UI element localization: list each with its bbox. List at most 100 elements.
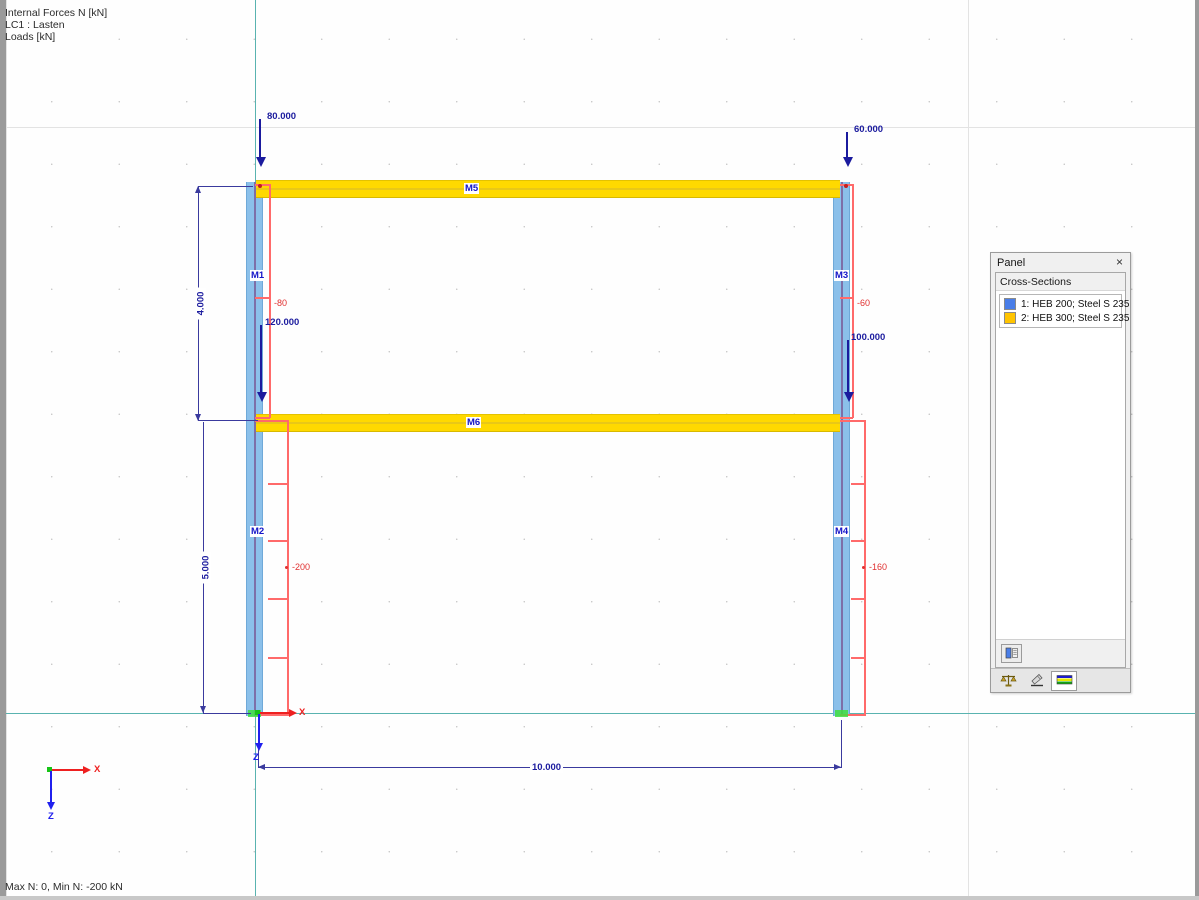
workplane-axis-horizontal: [6, 713, 1195, 714]
nforce-tick-m2-4: [268, 657, 288, 659]
load-value-120: 120.000: [265, 317, 300, 328]
nforce-tick-m4-1: [851, 483, 865, 485]
nforce-cap-m4-top: [840, 420, 865, 422]
origin-z-axis-shaft: [258, 714, 260, 744]
member-m5-beam-upper[interactable]: [256, 180, 840, 198]
panel-section-title: Cross-Sections: [996, 273, 1125, 291]
nforce-tick-m2-3: [268, 598, 288, 600]
microscope-icon: [1030, 673, 1043, 687]
legend-item[interactable]: 2: HEB 300; Steel S 235: [1002, 311, 1129, 325]
origin-x-axis-shaft: [260, 712, 290, 714]
tab-scales[interactable]: [995, 671, 1021, 691]
origin-x-axis-arrow-icon: [289, 709, 297, 717]
load-value-80: 80.000: [267, 111, 297, 122]
global-x-axis-label: X: [94, 764, 101, 775]
result-title-internal-forces: Internal Forces N [kN]: [5, 7, 108, 19]
dim-arrow-10000-right: [834, 764, 841, 770]
origin-z-axis-label: Z: [253, 752, 259, 763]
member-label-m1: M1: [250, 270, 266, 281]
results-panel[interactable]: Panel × Cross-Sections 1: HEB 200; Steel…: [990, 252, 1131, 693]
member-label-m5: M5: [464, 183, 480, 194]
member-label-m6: M6: [466, 417, 482, 428]
nforce-value-m1: -80: [274, 298, 288, 308]
nforce-tick-m4-2: [851, 540, 865, 542]
close-icon[interactable]: ×: [1113, 256, 1126, 269]
beam-web: [256, 422, 840, 424]
nforce-outline-m1: [269, 184, 271, 418]
panel-tab-strip[interactable]: [991, 668, 1130, 692]
legend-empty-area: [996, 328, 1125, 639]
global-z-axis-shaft: [50, 771, 52, 803]
support-right: [835, 710, 848, 717]
nforce-value-m3: -60: [857, 298, 871, 308]
nforce-point-m4: [862, 566, 865, 569]
dim-value-4000: 4.000: [195, 287, 207, 320]
panel-body: Cross-Sections 1: HEB 200; Steel S 235 2…: [995, 272, 1129, 668]
column-web: [253, 182, 256, 716]
scales-icon: [999, 675, 1017, 687]
dim-value-5000: 5.000: [200, 551, 212, 584]
load-value-60: 60.000: [854, 124, 884, 135]
color-swatch-icon: [1004, 312, 1016, 324]
status-min-max-text: Max N: 0, Min N: -200 kN: [5, 881, 123, 893]
nforce-tick-m3: [840, 297, 853, 299]
load-arrow-head-80: [256, 157, 266, 167]
dim-ext-4000-top: [198, 186, 253, 187]
tab-color-bar[interactable]: [1051, 670, 1077, 691]
nforce-outline-m3: [852, 184, 854, 418]
guide-line-horizontal: [6, 127, 1195, 128]
nforce-tick-m2-2: [268, 540, 288, 542]
panel-title: Panel: [997, 256, 1026, 269]
member-m1-m2-column-left[interactable]: [246, 182, 263, 716]
member-label-m2: M2: [250, 526, 266, 537]
load-arrow-shaft-100: [847, 340, 849, 398]
window-frame-right: [1195, 0, 1199, 900]
nforce-tick-m1: [255, 297, 270, 299]
beam-web: [256, 188, 840, 190]
guide-line-vertical-unused: [6, 0, 7, 896]
panel-titlebar[interactable]: Panel ×: [991, 253, 1130, 272]
nforce-value-m2: -200: [292, 562, 311, 572]
color-scale-settings-button[interactable]: [1001, 644, 1022, 663]
load-arrow-shaft-120: [260, 325, 262, 397]
cross-section-legend[interactable]: 1: HEB 200; Steel S 235 2: HEB 300; Stee…: [999, 294, 1129, 328]
global-x-axis-shaft: [52, 769, 84, 771]
member-label-m4: M4: [834, 526, 850, 537]
nforce-point-m2: [285, 566, 288, 569]
legend-item-label: 2: HEB 300; Steel S 235: [1021, 312, 1130, 324]
global-x-axis-arrow-icon: [83, 766, 91, 774]
dim-ext-10000-right: [841, 720, 842, 768]
color-scale-icon: [1005, 647, 1018, 659]
legend-item[interactable]: 1: HEB 200; Steel S 235: [1002, 297, 1129, 311]
member-m3-m4-column-right[interactable]: [833, 182, 850, 716]
nforce-tick-m4-4: [851, 657, 865, 659]
column-web: [840, 182, 843, 716]
load-arrow-head-120: [257, 392, 267, 402]
nforce-tick-m4-3: [851, 598, 865, 600]
member-m6-beam-lower[interactable]: [256, 414, 840, 432]
legend-item-label: 1: HEB 200; Steel S 235: [1021, 298, 1130, 310]
load-arrow-shaft-80: [259, 119, 261, 161]
dim-ext-5000-bottom: [203, 713, 251, 714]
origin-x-axis-label: X: [299, 707, 306, 718]
color-swatch-icon: [1004, 298, 1016, 310]
color-bar-icon: [1056, 675, 1072, 685]
nforce-cap-m1-bottom: [255, 417, 270, 419]
nforce-tick-m2-1: [268, 483, 288, 485]
node-top-left: [258, 184, 262, 188]
node-top-right: [844, 184, 848, 188]
guide-line-vertical: [968, 0, 969, 896]
member-label-m3: M3: [834, 270, 850, 281]
nforce-cap-m2-top: [255, 420, 288, 422]
nforce-value-m4: -160: [869, 562, 888, 572]
result-loadcase-label: LC1 : Lasten: [5, 19, 65, 31]
global-z-axis-arrow-icon: [47, 802, 55, 810]
origin-z-axis-arrow-icon: [255, 743, 263, 751]
dim-arrow-10000-left: [258, 764, 265, 770]
application-window: -80 -200 -60 -160 80.000 60.000 120.000 …: [0, 0, 1199, 900]
tab-microscope[interactable]: [1023, 671, 1049, 691]
nforce-cap-m3-bottom: [840, 417, 853, 419]
global-z-axis-label: Z: [48, 811, 54, 822]
result-loads-label: Loads [kN]: [5, 31, 56, 43]
dim-arrow-5000-bottom: [200, 706, 206, 713]
